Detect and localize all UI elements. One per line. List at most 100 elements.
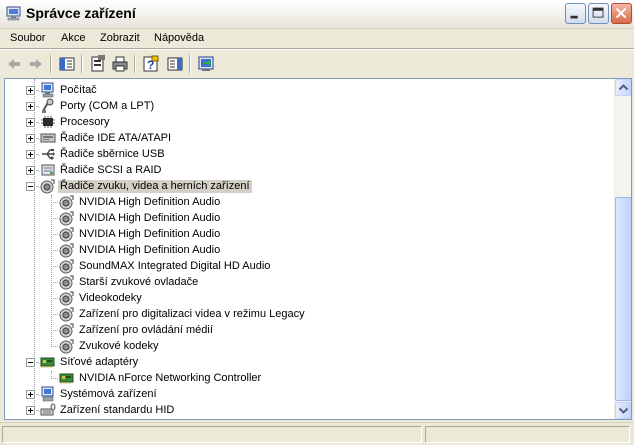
tree-item-label: Systémová zařízení <box>60 388 157 400</box>
title-bar[interactable]: Správce zařízení <box>0 0 634 29</box>
usb-icon <box>42 149 55 160</box>
scroll-up-button[interactable] <box>615 79 631 96</box>
show-hide-console-tree-icon <box>59 57 75 71</box>
tree-item-label: SoundMAX Integrated Digital HD Audio <box>79 260 271 272</box>
tree-item[interactable]: NVIDIA High Definition Audio <box>5 210 615 226</box>
back-button[interactable] <box>4 54 24 74</box>
minimize-button[interactable] <box>565 3 586 24</box>
toolbar-separator <box>50 55 52 73</box>
properties-button[interactable] <box>88 54 108 74</box>
expand-button[interactable] <box>26 150 35 159</box>
tree-item[interactable]: Systémová zařízení <box>5 386 615 402</box>
collapse-button[interactable] <box>26 182 35 191</box>
menu-akce[interactable]: Akce <box>61 32 85 44</box>
scroll-thumb[interactable] <box>615 197 631 401</box>
tree-item[interactable]: Řadiče IDE ATA/ATAPI <box>5 130 615 146</box>
tree-item-label: Starší zvukové ovladače <box>79 276 199 288</box>
tree-item[interactable]: Řadiče zvuku, videa a herních zařízení <box>5 178 615 194</box>
sound-icon <box>59 275 74 290</box>
tree-item-label: Zvukové kodeky <box>79 340 159 352</box>
tree-connector <box>51 298 58 299</box>
computer-icon <box>41 82 54 98</box>
show-hide-action-pane-icon <box>167 57 183 71</box>
tree-item[interactable]: Zařízení standardu HID <box>5 402 615 418</box>
tree-item-label: Řadiče sběrnice USB <box>60 148 165 160</box>
expand-button[interactable] <box>26 102 35 111</box>
tree-item[interactable]: Řadiče sběrnice USB <box>5 146 615 162</box>
menu-soubor[interactable]: Soubor <box>10 32 45 44</box>
system-devices-icon <box>41 386 54 402</box>
help-icon: ? <box>143 55 159 72</box>
device-manager-icon <box>6 6 21 21</box>
tree-item[interactable]: Porty (COM a LPT) <box>5 98 615 114</box>
sound-icon <box>59 339 74 354</box>
expand-button[interactable] <box>26 86 35 95</box>
show-hide-console-tree-button[interactable] <box>57 54 77 74</box>
tree-item[interactable]: Síťové adaptéry <box>5 354 615 370</box>
tree-item[interactable]: Zařízení pro ovládání médií <box>5 322 615 338</box>
tree-item[interactable]: NVIDIA nForce Networking Controller <box>5 370 615 386</box>
help-button[interactable]: ? <box>141 54 161 74</box>
port-icon <box>42 98 54 113</box>
tree-item-label: NVIDIA High Definition Audio <box>79 244 221 256</box>
status-cell <box>2 426 422 443</box>
scroll-down-button[interactable] <box>615 402 631 419</box>
tree-connector <box>51 250 58 251</box>
tree-item[interactable]: Procesory <box>5 114 615 130</box>
tree-connector <box>51 234 58 235</box>
expand-button[interactable] <box>26 406 35 415</box>
print-button[interactable] <box>110 54 130 74</box>
window-title: Správce zařízení <box>26 5 136 21</box>
tree-item[interactable]: Zvukové kodeky <box>5 338 615 354</box>
tree-item[interactable]: NVIDIA High Definition Audio <box>5 242 615 258</box>
status-cell <box>425 426 630 443</box>
tree-item[interactable]: Řadiče SCSI a RAID <box>5 162 615 178</box>
sound-icon <box>59 259 74 274</box>
tree-connector <box>51 266 58 267</box>
sound-icon <box>59 227 74 242</box>
forward-button[interactable] <box>26 54 46 74</box>
menu-napoveda[interactable]: Nápověda <box>154 32 204 44</box>
device-tree[interactable]: Počítač Porty (COM a LPT) Procesory Řadiče … <box>4 78 632 420</box>
tree-item[interactable]: Zařízení pro digitalizaci videa v režimu… <box>5 306 615 322</box>
device-manager-window: Správce zařízení Soubor Akce Zobrazit Ná… <box>0 0 634 445</box>
expand-button[interactable] <box>26 134 35 143</box>
sound-icon <box>59 243 74 258</box>
tree-item[interactable]: NVIDIA High Definition Audio <box>5 194 615 210</box>
expand-button[interactable] <box>26 166 35 175</box>
collapse-button[interactable] <box>26 358 35 367</box>
sound-icon <box>59 291 74 306</box>
tree-item-label: NVIDIA High Definition Audio <box>79 196 221 208</box>
expand-button[interactable] <box>26 390 35 399</box>
tree-item-label: Videokodeky <box>79 292 142 304</box>
menu-zobrazit[interactable]: Zobrazit <box>100 32 140 44</box>
maximize-icon <box>592 7 604 18</box>
properties-icon <box>91 55 105 72</box>
network-adapter-icon <box>59 373 74 384</box>
processor-icon <box>41 116 55 128</box>
tree-item[interactable]: Počítač <box>5 82 615 98</box>
tree-item[interactable]: NVIDIA High Definition Audio <box>5 226 615 242</box>
update-driver-button[interactable] <box>196 54 216 74</box>
toolbar-separator <box>81 55 83 73</box>
tree-item-label: Řadiče zvuku, videa a herních zařízení <box>58 180 252 193</box>
sound-icon <box>59 195 74 210</box>
tree-connector <box>51 378 58 379</box>
update-driver-icon <box>198 56 214 71</box>
sound-icon <box>59 211 74 226</box>
expand-button[interactable] <box>26 118 35 127</box>
tree-item[interactable]: Starší zvukové ovladače <box>5 274 615 290</box>
vertical-scrollbar[interactable] <box>614 79 631 419</box>
toolbar: ? <box>0 50 634 77</box>
sound-icon <box>59 307 74 322</box>
show-hide-action-pane-button[interactable] <box>165 54 185 74</box>
hid-icon <box>40 403 56 416</box>
sound-icon <box>40 179 55 194</box>
maximize-button[interactable] <box>588 3 609 24</box>
minimize-icon <box>570 15 578 19</box>
tree-item[interactable]: Videokodeky <box>5 290 615 306</box>
tree-item[interactable]: SoundMAX Integrated Digital HD Audio <box>5 258 615 274</box>
back-icon <box>8 59 20 69</box>
arrow-up-icon <box>618 84 629 91</box>
close-button[interactable] <box>611 3 632 24</box>
